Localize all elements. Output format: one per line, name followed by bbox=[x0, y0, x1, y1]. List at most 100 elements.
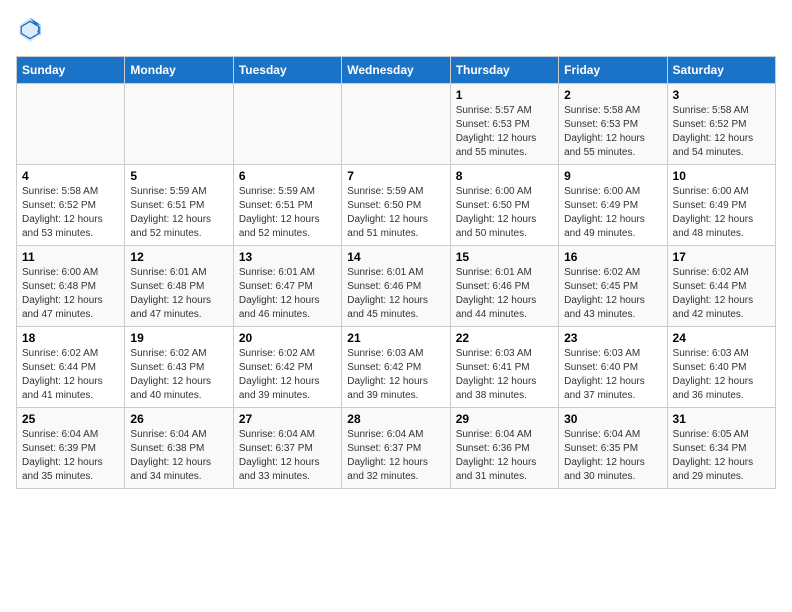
calendar-cell bbox=[233, 84, 341, 165]
calendar-cell: 10 Sunrise: 6:00 AM Sunset: 6:49 PM Dayli… bbox=[667, 165, 775, 246]
day-info: Sunrise: 6:01 AM Sunset: 6:48 PM Dayligh… bbox=[130, 266, 227, 322]
day-info: Sunrise: 6:01 AM Sunset: 6:46 PM Dayligh… bbox=[456, 266, 553, 322]
day-number: 7 bbox=[347, 169, 444, 183]
day-number: 10 bbox=[673, 169, 770, 183]
day-number: 5 bbox=[130, 169, 227, 183]
day-info: Sunrise: 6:01 AM Sunset: 6:47 PM Dayligh… bbox=[239, 266, 336, 322]
day-number: 17 bbox=[673, 250, 770, 264]
calendar-cell: 9 Sunrise: 6:00 AM Sunset: 6:49 PM Daylig… bbox=[559, 165, 667, 246]
day-header-sunday: Sunday bbox=[17, 57, 125, 84]
day-number: 23 bbox=[564, 331, 661, 345]
day-number: 27 bbox=[239, 412, 336, 426]
day-info: Sunrise: 5:59 AM Sunset: 6:51 PM Dayligh… bbox=[130, 185, 227, 241]
calendar-cell: 18 Sunrise: 6:02 AM Sunset: 6:44 PM Dayli… bbox=[17, 327, 125, 408]
calendar-cell: 7Sunrise: 5:59 AM Sunset: 6:50 PM Daylig… bbox=[342, 165, 450, 246]
day-header-saturday: Saturday bbox=[667, 57, 775, 84]
day-number: 30 bbox=[564, 412, 661, 426]
calendar-cell: 12 Sunrise: 6:01 AM Sunset: 6:48 PM Dayli… bbox=[125, 246, 233, 327]
day-number: 31 bbox=[673, 412, 770, 426]
calendar-cell bbox=[17, 84, 125, 165]
day-info: Sunrise: 5:57 AM Sunset: 6:53 PM Dayligh… bbox=[456, 104, 553, 160]
day-number: 20 bbox=[239, 331, 336, 345]
day-number: 16 bbox=[564, 250, 661, 264]
calendar-cell: 26Sunrise: 6:04 AM Sunset: 6:38 PM Dayli… bbox=[125, 408, 233, 489]
day-number: 14 bbox=[347, 250, 444, 264]
day-header-wednesday: Wednesday bbox=[342, 57, 450, 84]
day-number: 28 bbox=[347, 412, 444, 426]
calendar-cell: 4 Sunrise: 5:58 AM Sunset: 6:52 PM Daylig… bbox=[17, 165, 125, 246]
day-number: 6 bbox=[239, 169, 336, 183]
calendar-cell: 22Sunrise: 6:03 AM Sunset: 6:41 PM Dayli… bbox=[450, 327, 558, 408]
calendar-cell: 30 Sunrise: 6:04 AM Sunset: 6:35 PM Dayli… bbox=[559, 408, 667, 489]
day-header-thursday: Thursday bbox=[450, 57, 558, 84]
calendar-week-row: 4 Sunrise: 5:58 AM Sunset: 6:52 PM Daylig… bbox=[17, 165, 776, 246]
day-info: Sunrise: 6:04 AM Sunset: 6:35 PM Dayligh… bbox=[564, 428, 661, 484]
day-number: 19 bbox=[130, 331, 227, 345]
day-number: 21 bbox=[347, 331, 444, 345]
calendar-table: SundayMondayTuesdayWednesdayThursdayFrid… bbox=[16, 56, 776, 489]
day-number: 12 bbox=[130, 250, 227, 264]
day-number: 8 bbox=[456, 169, 553, 183]
day-info: Sunrise: 6:02 AM Sunset: 6:44 PM Dayligh… bbox=[673, 266, 770, 322]
day-info: Sunrise: 6:02 AM Sunset: 6:44 PM Dayligh… bbox=[22, 347, 119, 403]
day-number: 26 bbox=[130, 412, 227, 426]
day-info: Sunrise: 5:59 AM Sunset: 6:51 PM Dayligh… bbox=[239, 185, 336, 241]
calendar-cell: 28 Sunrise: 6:04 AM Sunset: 6:37 PM Dayli… bbox=[342, 408, 450, 489]
calendar-cell: 16 Sunrise: 6:02 AM Sunset: 6:45 PM Dayli… bbox=[559, 246, 667, 327]
calendar-cell: 29Sunrise: 6:04 AM Sunset: 6:36 PM Dayli… bbox=[450, 408, 558, 489]
day-info: Sunrise: 5:58 AM Sunset: 6:52 PM Dayligh… bbox=[22, 185, 119, 241]
calendar-week-row: 11 Sunrise: 6:00 AM Sunset: 6:48 PM Dayli… bbox=[17, 246, 776, 327]
calendar-header-row: SundayMondayTuesdayWednesdayThursdayFrid… bbox=[17, 57, 776, 84]
day-header-tuesday: Tuesday bbox=[233, 57, 341, 84]
day-info: Sunrise: 5:58 AM Sunset: 6:53 PM Dayligh… bbox=[564, 104, 661, 160]
calendar-cell: 3 Sunrise: 5:58 AM Sunset: 6:52 PM Daylig… bbox=[667, 84, 775, 165]
calendar-week-row: 18 Sunrise: 6:02 AM Sunset: 6:44 PM Dayli… bbox=[17, 327, 776, 408]
day-number: 4 bbox=[22, 169, 119, 183]
day-info: Sunrise: 6:02 AM Sunset: 6:45 PM Dayligh… bbox=[564, 266, 661, 322]
day-info: Sunrise: 6:02 AM Sunset: 6:42 PM Dayligh… bbox=[239, 347, 336, 403]
calendar-week-row: 25Sunrise: 6:04 AM Sunset: 6:39 PM Dayli… bbox=[17, 408, 776, 489]
day-info: Sunrise: 6:00 AM Sunset: 6:49 PM Dayligh… bbox=[673, 185, 770, 241]
calendar-cell: 8 Sunrise: 6:00 AM Sunset: 6:50 PM Daylig… bbox=[450, 165, 558, 246]
day-number: 18 bbox=[22, 331, 119, 345]
day-info: Sunrise: 6:04 AM Sunset: 6:37 PM Dayligh… bbox=[239, 428, 336, 484]
day-info: Sunrise: 5:58 AM Sunset: 6:52 PM Dayligh… bbox=[673, 104, 770, 160]
day-info: Sunrise: 6:01 AM Sunset: 6:46 PM Dayligh… bbox=[347, 266, 444, 322]
day-number: 29 bbox=[456, 412, 553, 426]
day-number: 3 bbox=[673, 88, 770, 102]
day-number: 11 bbox=[22, 250, 119, 264]
day-info: Sunrise: 6:02 AM Sunset: 6:43 PM Dayligh… bbox=[130, 347, 227, 403]
day-number: 25 bbox=[22, 412, 119, 426]
day-number: 13 bbox=[239, 250, 336, 264]
calendar-cell: 2Sunrise: 5:58 AM Sunset: 6:53 PM Daylig… bbox=[559, 84, 667, 165]
day-header-monday: Monday bbox=[125, 57, 233, 84]
day-number: 1 bbox=[456, 88, 553, 102]
calendar-cell: 20 Sunrise: 6:02 AM Sunset: 6:42 PM Dayli… bbox=[233, 327, 341, 408]
calendar-cell: 23Sunrise: 6:03 AM Sunset: 6:40 PM Dayli… bbox=[559, 327, 667, 408]
day-number: 24 bbox=[673, 331, 770, 345]
calendar-cell: 27 Sunrise: 6:04 AM Sunset: 6:37 PM Dayli… bbox=[233, 408, 341, 489]
calendar-cell: 6 Sunrise: 5:59 AM Sunset: 6:51 PM Daylig… bbox=[233, 165, 341, 246]
calendar-cell: 25Sunrise: 6:04 AM Sunset: 6:39 PM Dayli… bbox=[17, 408, 125, 489]
calendar-cell: 15 Sunrise: 6:01 AM Sunset: 6:46 PM Dayli… bbox=[450, 246, 558, 327]
calendar-cell bbox=[342, 84, 450, 165]
calendar-cell: 21Sunrise: 6:03 AM Sunset: 6:42 PM Dayli… bbox=[342, 327, 450, 408]
calendar-cell: 17 Sunrise: 6:02 AM Sunset: 6:44 PM Dayli… bbox=[667, 246, 775, 327]
day-info: Sunrise: 6:00 AM Sunset: 6:49 PM Dayligh… bbox=[564, 185, 661, 241]
calendar-cell: 24 Sunrise: 6:03 AM Sunset: 6:40 PM Dayli… bbox=[667, 327, 775, 408]
calendar-cell: 31Sunrise: 6:05 AM Sunset: 6:34 PM Dayli… bbox=[667, 408, 775, 489]
day-info: Sunrise: 6:00 AM Sunset: 6:48 PM Dayligh… bbox=[22, 266, 119, 322]
day-number: 15 bbox=[456, 250, 553, 264]
logo-icon bbox=[16, 16, 44, 44]
day-number: 22 bbox=[456, 331, 553, 345]
day-number: 9 bbox=[564, 169, 661, 183]
day-info: Sunrise: 6:03 AM Sunset: 6:40 PM Dayligh… bbox=[673, 347, 770, 403]
page-header bbox=[16, 16, 776, 44]
logo bbox=[16, 16, 48, 44]
calendar-cell: 19 Sunrise: 6:02 AM Sunset: 6:43 PM Dayli… bbox=[125, 327, 233, 408]
day-header-friday: Friday bbox=[559, 57, 667, 84]
calendar-cell bbox=[125, 84, 233, 165]
calendar-cell: 13 Sunrise: 6:01 AM Sunset: 6:47 PM Dayli… bbox=[233, 246, 341, 327]
day-info: Sunrise: 6:04 AM Sunset: 6:37 PM Dayligh… bbox=[347, 428, 444, 484]
day-info: Sunrise: 6:00 AM Sunset: 6:50 PM Dayligh… bbox=[456, 185, 553, 241]
